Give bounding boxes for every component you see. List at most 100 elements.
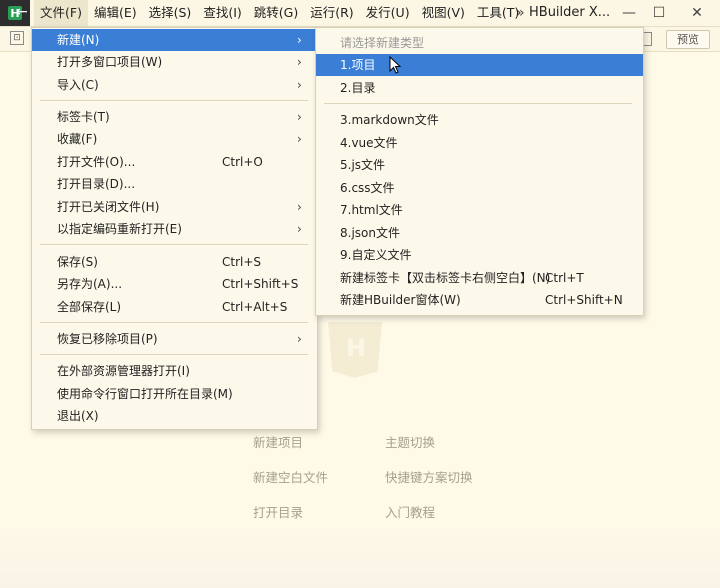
back-arrow-icon[interactable]: ←	[16, 4, 28, 20]
menu-separator	[40, 322, 308, 323]
menu-item-label: 新建(N)	[57, 33, 100, 47]
file-menu-new[interactable]: 新建(N) ›	[32, 29, 317, 51]
welcome-theme-switch-link[interactable]: 主题切换	[385, 432, 435, 451]
submenu-arrow-icon: ›	[297, 33, 302, 47]
more-menus-chevron-icon[interactable]: »	[516, 0, 525, 26]
menu-item-label: 使用命令行窗口打开所在目录(M)	[57, 387, 233, 401]
menu-item-label: 保存(S)	[57, 255, 98, 269]
menu-item-label: 标签卡(T)	[57, 110, 110, 124]
submenu-arrow-icon: ›	[297, 78, 302, 92]
menu-item-label: 5.js文件	[340, 158, 386, 172]
new-tab-item[interactable]: 新建标签卡【双击标签卡右侧空白】(N) Ctrl+T	[316, 267, 643, 289]
new-js-file-item[interactable]: 5.js文件	[316, 154, 643, 176]
menu-item-shortcut: Ctrl+T	[545, 271, 584, 285]
menu-item-label: 新建HBuilder窗体(W)	[340, 293, 461, 307]
menu-item-label: 收藏(F)	[57, 132, 98, 146]
menu-item-label: 1.项目	[340, 58, 376, 72]
file-menu-favorites[interactable]: 收藏(F) ›	[32, 128, 317, 150]
submenu-arrow-icon: ›	[297, 110, 302, 124]
submenu-arrow-icon: ›	[297, 200, 302, 214]
file-tree-icon[interactable]: ⊡	[10, 31, 24, 45]
file-menu-tabs[interactable]: 标签卡(T) ›	[32, 106, 317, 128]
submenu-arrow-icon: ›	[297, 332, 302, 346]
submenu-arrow-icon: ›	[297, 222, 302, 236]
menu-item-shortcut: Ctrl+Shift+N	[545, 293, 623, 307]
submenu-hint-text: 请选择新建类型	[340, 36, 425, 50]
menu-item-label: 打开目录(D)...	[57, 177, 136, 191]
file-menu-open-file[interactable]: 打开文件(O)... Ctrl+O	[32, 151, 317, 173]
file-menu-open-in-terminal[interactable]: 使用命令行窗口打开所在目录(M)	[32, 383, 317, 405]
file-menu-import[interactable]: 导入(C) ›	[32, 74, 317, 96]
bottom-fade	[0, 520, 720, 588]
welcome-tutorial-link[interactable]: 入门教程	[385, 502, 435, 521]
menu-item-label: 6.css文件	[340, 181, 395, 195]
new-submenu: 请选择新建类型 1.项目 2.目录 3.markdown文件 4.vue文件 5…	[315, 27, 644, 316]
file-menu-open-in-explorer[interactable]: 在外部资源管理器打开(I)	[32, 360, 317, 382]
file-menu-restore-removed-project[interactable]: 恢复已移除项目(P) ›	[32, 328, 317, 350]
menu-separator	[40, 100, 308, 101]
close-button[interactable]: ✕	[682, 0, 712, 26]
menu-item-label: 导入(C)	[57, 78, 99, 92]
menu-item-label: 新建标签卡【双击标签卡右侧空白】(N)	[340, 271, 551, 285]
menu-separator	[40, 244, 308, 245]
menu-view[interactable]: 视图(V)	[416, 0, 471, 26]
welcome-keymap-switch-link[interactable]: 快捷键方案切换	[385, 467, 473, 486]
file-menu-exit[interactable]: 退出(X)	[32, 405, 317, 427]
menu-edit[interactable]: 编辑(E)	[88, 0, 143, 26]
menu-run[interactable]: 运行(R)	[304, 0, 359, 26]
new-custom-file-item[interactable]: 9.自定义文件	[316, 244, 643, 266]
new-json-file-item[interactable]: 8.json文件	[316, 222, 643, 244]
menu-item-shortcut: Ctrl+S	[222, 255, 262, 269]
menu-item-label: 全部保存(L)	[57, 300, 122, 314]
menu-bar: 文件(F) 编辑(E) 选择(S) 查找(I) 跳转(G) 运行(R) 发行(U…	[34, 0, 525, 26]
menu-find[interactable]: 查找(I)	[197, 0, 247, 26]
menu-separator	[324, 103, 632, 104]
file-menu-save[interactable]: 保存(S) Ctrl+S	[32, 251, 317, 273]
menu-item-label: 3.markdown文件	[340, 113, 439, 127]
menu-item-label: 另存为(A)...	[57, 277, 123, 291]
new-folder-item[interactable]: 2.目录	[316, 77, 643, 99]
window-title: HBuilder X...	[529, 5, 611, 20]
menu-item-label: 打开多窗口项目(W)	[57, 55, 163, 69]
menu-item-label: 以指定编码重新打开(E)	[57, 222, 182, 236]
menu-item-label: 4.vue文件	[340, 136, 398, 150]
menu-item-label: 8.json文件	[340, 226, 400, 240]
minimize-button[interactable]: —	[614, 0, 644, 26]
new-vue-file-item[interactable]: 4.vue文件	[316, 132, 643, 154]
file-menu-open-folder[interactable]: 打开目录(D)...	[32, 173, 317, 195]
file-menu-dropdown: 新建(N) › 打开多窗口项目(W) › 导入(C) › 标签卡(T) › 收藏…	[31, 27, 318, 430]
menu-item-label: 2.目录	[340, 81, 376, 95]
new-markdown-file-item[interactable]: 3.markdown文件	[316, 109, 643, 131]
menu-publish[interactable]: 发行(U)	[360, 0, 416, 26]
title-bar: H ← 文件(F) 编辑(E) 选择(S) 查找(I) 跳转(G) 运行(R) …	[0, 0, 720, 27]
menu-item-label: 恢复已移除项目(P)	[57, 332, 158, 346]
menu-item-label: 退出(X)	[57, 409, 99, 423]
welcome-open-folder-link[interactable]: 打开目录	[253, 502, 303, 521]
new-hbuilder-window-item[interactable]: 新建HBuilder窗体(W) Ctrl+Shift+N	[316, 289, 643, 311]
new-submenu-hint: 请选择新建类型	[316, 32, 643, 54]
file-menu-open-multi-window-project[interactable]: 打开多窗口项目(W) ›	[32, 51, 317, 73]
welcome-new-blank-file-link[interactable]: 新建空白文件	[253, 467, 328, 486]
file-menu-save-all[interactable]: 全部保存(L) Ctrl+Alt+S	[32, 296, 317, 318]
maximize-button[interactable]: ☐	[644, 0, 674, 26]
hbuilder-watermark-icon: H	[328, 322, 382, 378]
file-menu-reopen-with-encoding[interactable]: 以指定编码重新打开(E) ›	[32, 218, 317, 240]
menu-item-label: 9.自定义文件	[340, 248, 412, 262]
menu-item-shortcut: Ctrl+Alt+S	[222, 300, 288, 314]
preview-button[interactable]: 预览	[666, 30, 710, 49]
new-project-item[interactable]: 1.项目	[316, 54, 643, 76]
file-menu-open-closed-file[interactable]: 打开已关闭文件(H) ›	[32, 196, 317, 218]
submenu-arrow-icon: ›	[297, 132, 302, 146]
new-html-file-item[interactable]: 7.html文件	[316, 199, 643, 221]
new-css-file-item[interactable]: 6.css文件	[316, 177, 643, 199]
menu-file[interactable]: 文件(F)	[34, 0, 88, 26]
file-menu-save-as[interactable]: 另存为(A)... Ctrl+Shift+S	[32, 273, 317, 295]
menu-goto[interactable]: 跳转(G)	[248, 0, 304, 26]
menu-item-label: 7.html文件	[340, 203, 403, 217]
menu-item-shortcut: Ctrl+Shift+S	[222, 277, 299, 291]
menu-item-label: 在外部资源管理器打开(I)	[57, 364, 190, 378]
welcome-new-project-link[interactable]: 新建项目	[253, 432, 303, 451]
menu-item-label: 打开文件(O)...	[57, 155, 136, 169]
mouse-cursor-icon	[389, 56, 402, 74]
menu-select[interactable]: 选择(S)	[143, 0, 198, 26]
